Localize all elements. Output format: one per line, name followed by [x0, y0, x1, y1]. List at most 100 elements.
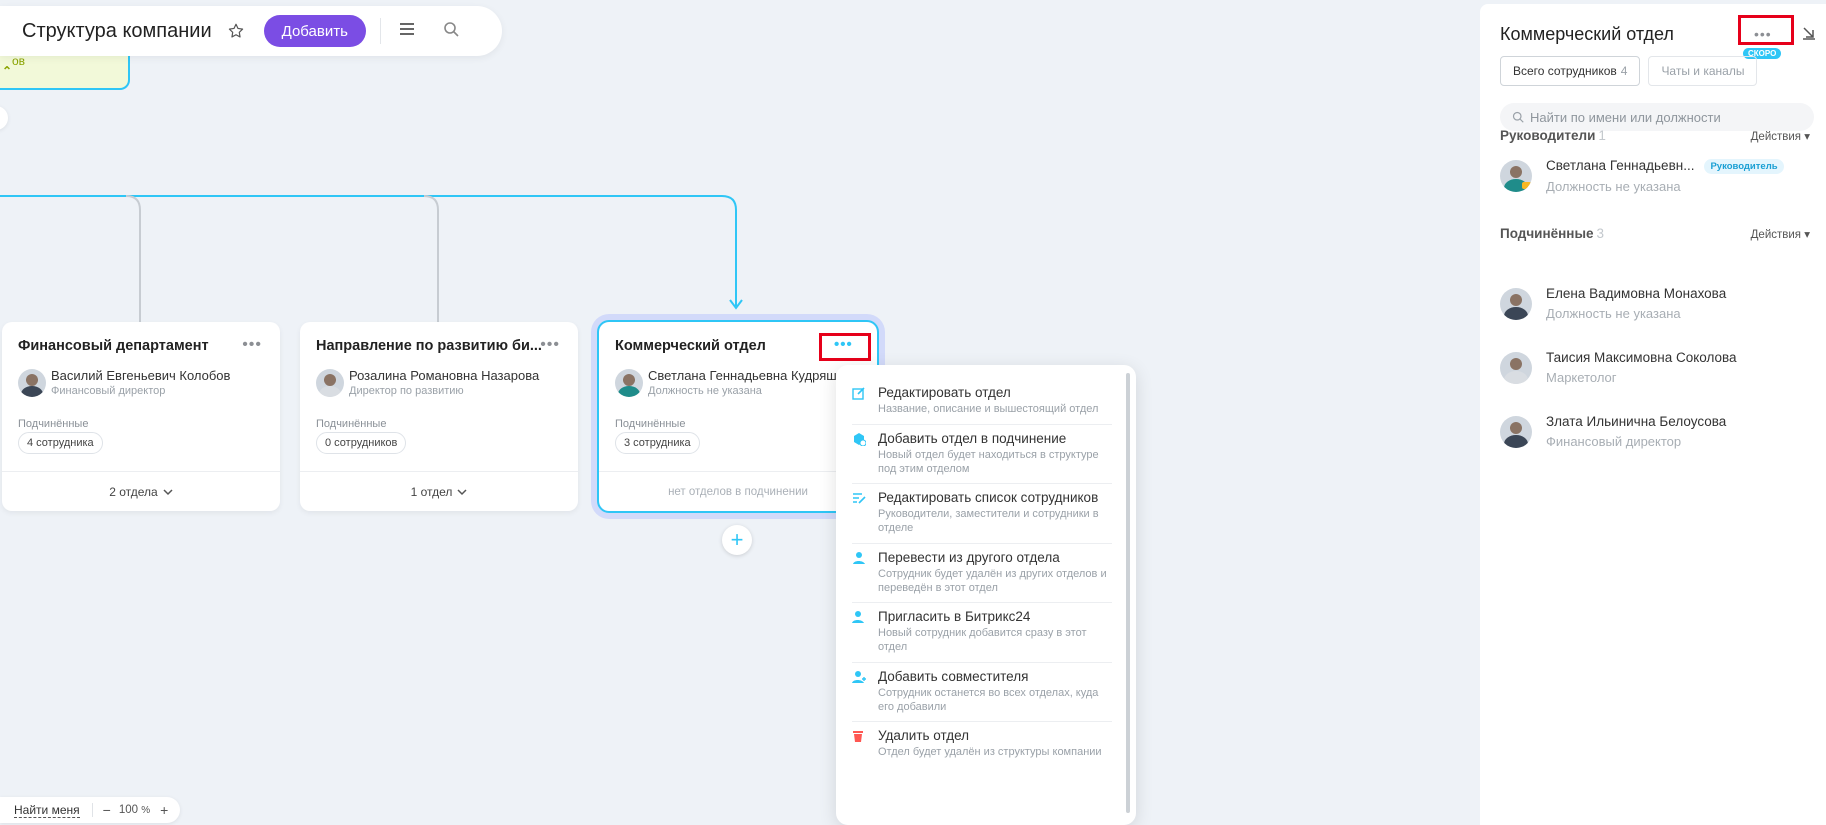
subordinates-label: Подчинённые	[615, 418, 686, 430]
menu-item-edit-employees[interactable]: Редактировать список сотрудников Руковод…	[852, 484, 1112, 544]
menu-item-delete-department[interactable]: Удалить отдел Отдел будет удалён из стру…	[852, 722, 1112, 767]
department-card-finance[interactable]: Финансовый департамент ••• Василий Евген…	[2, 322, 280, 511]
trash-icon	[852, 728, 878, 760]
employee-role: Должность не указана	[1546, 179, 1681, 194]
employee-row[interactable]: Таисия Максимовна Соколова Маркетолог	[1500, 350, 1737, 385]
avatar	[1500, 160, 1532, 192]
menu-item-desc: Новый сотрудник добавится сразу в этот о…	[878, 627, 1087, 653]
employee-row[interactable]: Елена Вадимовна Монахова Должность не ук…	[1500, 286, 1726, 321]
menu-item-add-subdepartment[interactable]: Добавить отдел в подчинение Новый отдел …	[852, 425, 1112, 485]
card-head-person[interactable]: Василий Евгеньевич Колобов Финансовый ди…	[18, 368, 230, 397]
employee-count-chip[interactable]: 4 сотрудника	[18, 432, 103, 454]
card-head-person[interactable]: Светлана Геннадьевна Кудряш Должность не…	[615, 368, 837, 397]
menu-item-title: Удалить отдел	[878, 728, 970, 744]
section-title: Подчинённые 3	[1500, 226, 1605, 241]
employee-name: Светлана Геннадьевн... Руководитель	[1546, 158, 1784, 174]
search-input[interactable]	[1530, 109, 1790, 125]
zoom-in-icon[interactable]: +	[160, 802, 168, 818]
menu-item-desc: Сотрудник будет удалён из других отделов…	[878, 567, 1107, 594]
department-card-development[interactable]: Направление по развитию би... ••• Розали…	[300, 322, 578, 511]
tab-chats-channels[interactable]: Чаты и каналы	[1648, 56, 1758, 86]
avatar	[1500, 416, 1532, 448]
menu-item-title: Добавить отдел в подчинение	[878, 430, 1067, 446]
add-user-icon	[852, 669, 878, 715]
employee-name: Таисия Максимовна Соколова	[1546, 350, 1737, 365]
more-icon[interactable]: •••	[1754, 26, 1772, 42]
menu-item-add-part-timer[interactable]: Добавить совместителя Сотрудник останетс…	[852, 663, 1112, 723]
avatar	[615, 368, 643, 397]
employee-search	[1500, 103, 1814, 131]
card-head-person[interactable]: Розалина Романовна Назарова Директор по …	[316, 368, 539, 397]
menu-item-transfer[interactable]: Перевести из другого отдела Сотрудник бу…	[852, 544, 1112, 604]
zoom-out-icon[interactable]: −	[103, 802, 111, 818]
org-chart-canvas[interactable]: ов ⌃ Структура компании Добавить Финансо…	[0, 0, 1480, 825]
more-icon[interactable]: •••	[834, 336, 853, 353]
divider	[379, 18, 381, 44]
menu-item-desc: Название, описание и вышестоящий отдел	[878, 403, 1099, 415]
search-icon[interactable]	[443, 21, 459, 42]
subordinates-label: Подчинённые	[18, 418, 89, 430]
person-name: Розалина Романовна Назарова	[349, 368, 540, 383]
employee-count-chip[interactable]: 3 сотрудника	[615, 432, 700, 454]
page-title: Структура компании	[22, 19, 212, 42]
card-title: Коммерческий отдел	[615, 338, 766, 354]
transfer-icon	[852, 550, 878, 596]
parent-node-label: ов ⌃	[2, 54, 26, 78]
add-button[interactable]: Добавить	[263, 15, 366, 47]
subdepartments-toggle[interactable]: 2 отдела	[2, 471, 280, 511]
footer-label: 2 отдела	[109, 484, 158, 499]
menu-item-desc: Отдел будет удалён из структуры компании	[878, 746, 1102, 759]
employee-name: Елена Вадимовна Монахова	[1546, 286, 1727, 301]
more-icon[interactable]: •••	[242, 336, 262, 354]
edit-icon	[852, 385, 878, 417]
employee-name: Злата Ильинична Белоусова	[1546, 414, 1727, 429]
head-badge: Руководитель	[1704, 159, 1784, 174]
menu-item-desc: Новый отдел будет находиться в структуре…	[878, 448, 1099, 475]
collapse-panel-icon[interactable]	[1802, 26, 1816, 45]
edit-list-icon	[852, 490, 878, 536]
add-subdepartment-icon[interactable]: +	[722, 525, 752, 555]
tab-count: 4	[1620, 64, 1628, 78]
star-icon[interactable]	[226, 21, 246, 41]
employee-role: Должность не указана	[1546, 306, 1681, 321]
employee-row-head[interactable]: Светлана Геннадьевн... Руководитель Должн…	[1500, 158, 1784, 194]
menu-item-invite[interactable]: Пригласить в Битрикс24 Новый сотрудник д…	[852, 603, 1112, 663]
invite-user-icon	[852, 609, 878, 655]
employee-count-chip[interactable]: 0 сотрудников	[316, 432, 407, 454]
chevron-down-icon	[457, 488, 467, 495]
find-me-link[interactable]: Найти меня	[14, 803, 80, 818]
person-role: Директор по развитию	[349, 385, 464, 397]
department-side-panel: Коммерческий отдел ••• СКОРО Всего сотру…	[1480, 4, 1826, 825]
section-title: Руководители 1	[1500, 128, 1606, 143]
add-department-icon	[852, 431, 878, 477]
menu-item-desc: Руководители, заместители и сотрудники в…	[878, 508, 1099, 534]
menu-item-title: Пригласить в Битрикс24	[878, 609, 1031, 625]
scrollbar[interactable]	[1126, 373, 1130, 813]
employee-role: Маркетолог	[1546, 370, 1617, 385]
actions-dropdown[interactable]: Действия ▾	[1751, 227, 1810, 241]
crown-icon	[1522, 182, 1531, 189]
person-name: Василий Евгеньевич Колобов	[51, 368, 231, 383]
chevron-up-icon[interactable]: ⌃	[2, 64, 12, 78]
chevron-down-icon	[163, 488, 173, 495]
card-title: Финансовый департамент	[18, 338, 209, 354]
tab-label: Чаты и каналы	[1661, 64, 1745, 78]
footer-label: нет отделов в подчинении	[668, 485, 808, 498]
avatar	[316, 368, 344, 397]
employee-row[interactable]: Злата Ильинична Белоусова Финансовый дир…	[1500, 414, 1726, 449]
menu-icon[interactable]	[399, 22, 415, 41]
actions-dropdown[interactable]: Действия ▾	[1751, 129, 1810, 143]
subdepartments-toggle[interactable]: 1 отдел	[300, 471, 578, 511]
department-context-menu: Редактировать отдел Название, описание и…	[836, 365, 1136, 825]
tab-all-employees[interactable]: Всего сотрудников 4	[1500, 56, 1641, 86]
avatar	[1500, 352, 1532, 384]
menu-item-edit-department[interactable]: Редактировать отдел Название, описание и…	[852, 379, 1112, 425]
subordinates-section-header: Подчинённые 3 Действия ▾	[1500, 226, 1810, 241]
menu-item-desc: Сотрудник останется во всех отделах, куд…	[878, 686, 1099, 713]
bottom-toolbar: Найти меня − 100 % +	[0, 797, 180, 823]
menu-item-title: Редактировать список сотрудников	[878, 490, 1099, 506]
avatar	[1500, 288, 1532, 320]
more-icon[interactable]: •••	[540, 336, 560, 354]
person-role: Финансовый директор	[51, 385, 166, 397]
person-name: Светлана Геннадьевна Кудряш	[648, 368, 837, 383]
